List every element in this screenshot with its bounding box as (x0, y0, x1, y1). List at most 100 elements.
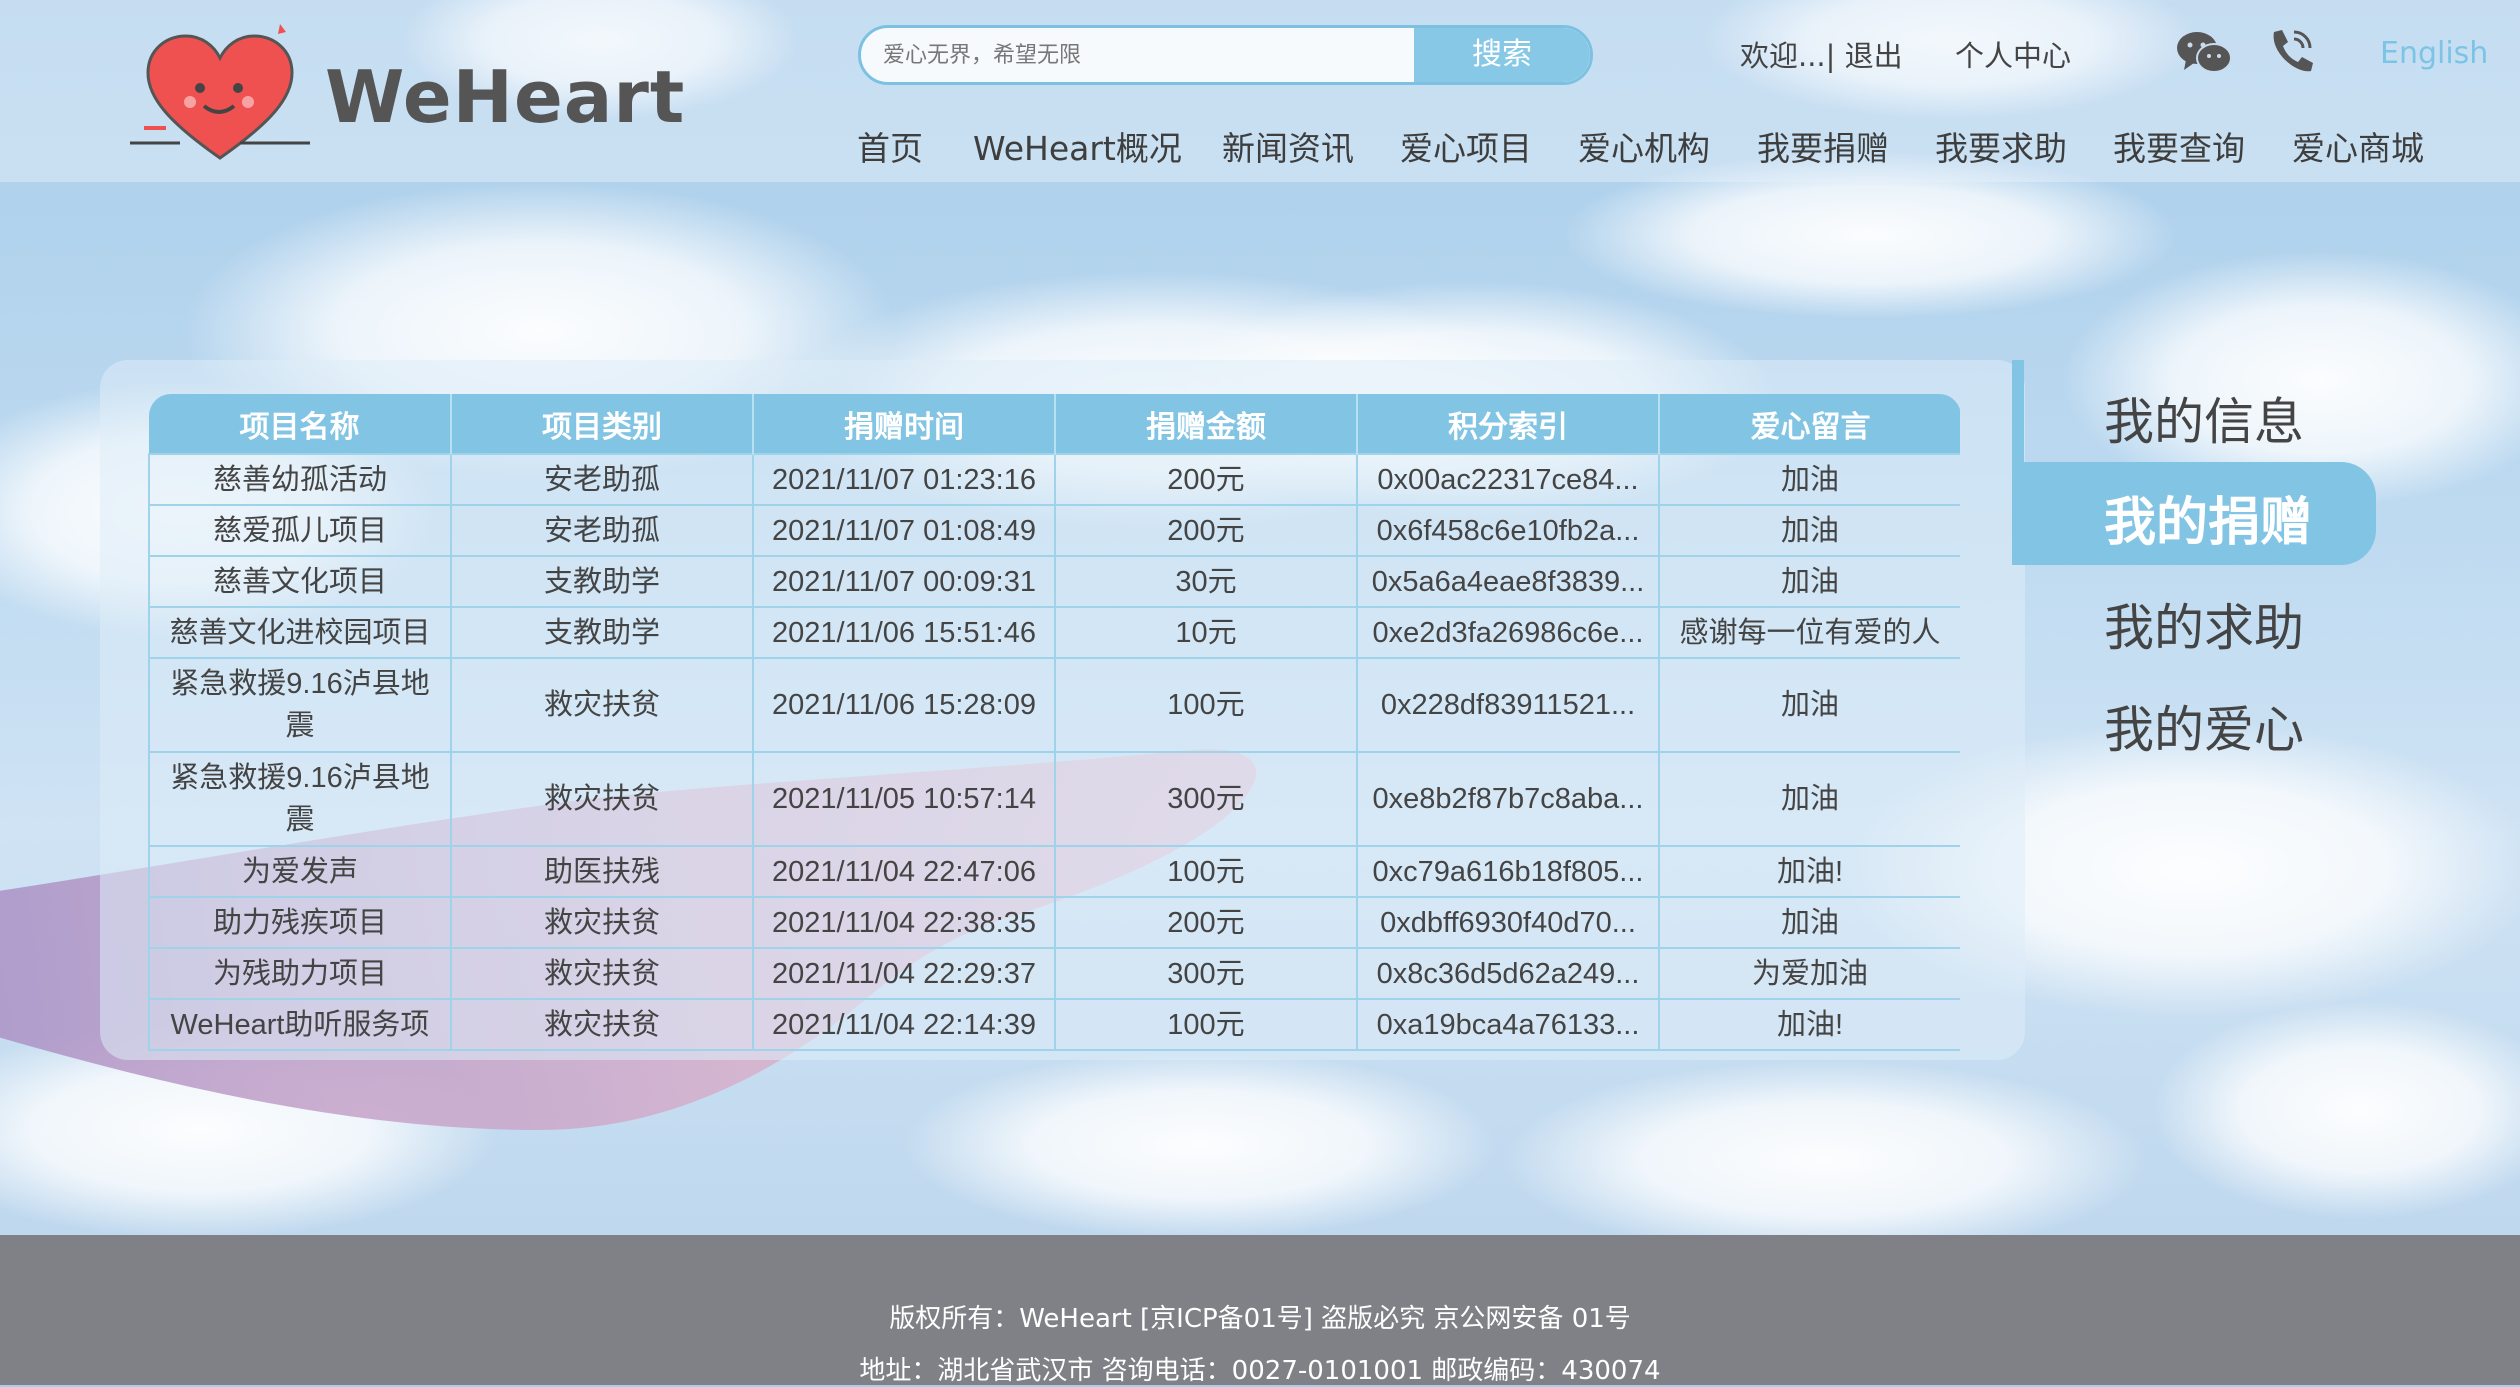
table-header-row: 项目名称 项目类别 捐赠时间 捐赠金额 积分索引 爱心留言 (149, 394, 1960, 454)
cell-category: 救灾扶贫 (450, 896, 754, 949)
cell-points-index: 0x00ac22317ce84... (1356, 453, 1660, 506)
cell-project-name: 紧急救援9.16泸县地震 (148, 751, 452, 847)
column-header-category: 项目类别 (451, 394, 754, 454)
cell-points-index: 0x5a6a4eae8f3839... (1356, 555, 1660, 608)
cell-project-name: 慈爱孤儿项目 (148, 504, 452, 557)
user-center-link[interactable]: 个人中心 (1955, 33, 2071, 75)
cell-donation-time: 2021/11/07 01:08:49 (752, 504, 1056, 557)
column-header-message: 爱心留言 (1659, 394, 1960, 454)
nav-home[interactable]: 首页 (857, 122, 923, 170)
cell-message: 加油 (1658, 657, 1960, 753)
wechat-icon[interactable] (2176, 28, 2232, 78)
footer-address: 地址：湖北省武汉市 咨询电话：0027-0101001 邮政编码：430074 (859, 1356, 1661, 1386)
cell-points-index: 0x6f458c6e10fb2a... (1356, 504, 1660, 557)
cell-amount: 10元 (1054, 606, 1358, 659)
search-button[interactable]: 搜索 (1414, 28, 1590, 82)
cell-donation-time: 2021/11/04 22:14:39 (752, 998, 1056, 1051)
nav-query[interactable]: 我要查询 (2113, 122, 2245, 170)
language-switch-english[interactable]: English (2380, 36, 2488, 71)
cell-category: 支教助学 (450, 555, 754, 608)
cell-donation-time: 2021/11/04 22:47:06 (752, 845, 1056, 898)
nav-overview[interactable]: WeHeart概况 (973, 122, 1182, 170)
side-menu-my-help-requests[interactable]: 我的求助 (2104, 588, 2304, 660)
cell-donation-time: 2021/11/07 00:09:31 (752, 555, 1056, 608)
cell-amount: 100元 (1054, 998, 1358, 1051)
cell-message: 为爱加油 (1658, 947, 1960, 1000)
nav-organizations[interactable]: 爱心机构 (1578, 122, 1710, 170)
nav-news[interactable]: 新闻资讯 (1222, 122, 1354, 170)
cell-amount: 200元 (1054, 453, 1358, 506)
cell-donation-time: 2021/11/07 01:23:16 (752, 453, 1056, 506)
cell-message: 加油! (1658, 998, 1960, 1051)
cell-points-index: 0x8c36d5d62a249... (1356, 947, 1660, 1000)
side-menu-my-info[interactable]: 我的信息 (2104, 382, 2304, 454)
nav-projects[interactable]: 爱心项目 (1400, 122, 1532, 170)
cell-category: 助医扶残 (450, 845, 754, 898)
column-header-project-name: 项目名称 (149, 394, 452, 454)
cell-project-name: 为爱发声 (148, 845, 452, 898)
table-row: 慈善文化项目 支教助学 2021/11/07 00:09:31 30元 0x5a… (148, 555, 1960, 608)
site-footer: 版权所有：WeHeart [京ICP备01号] 盗版必究 京公网安备 01号 地… (0, 1235, 2520, 1386)
phone-icon[interactable] (2266, 26, 2316, 76)
cell-project-name: 慈善幼孤活动 (148, 453, 452, 506)
cell-points-index: 0xc79a616b18f805... (1356, 845, 1660, 898)
column-header-points-index: 积分索引 (1357, 394, 1660, 454)
donation-table: 项目名称 项目类别 捐赠时间 捐赠金额 积分索引 爱心留言 慈善幼孤活动 安老助… (148, 394, 1960, 1051)
cell-amount: 30元 (1054, 555, 1358, 608)
cell-message: 加油 (1658, 504, 1960, 557)
table-row: 助力残疾项目 救灾扶贫 2021/11/04 22:38:35 200元 0xd… (148, 896, 1960, 949)
cell-project-name: 慈善文化进校园项目 (148, 606, 452, 659)
cell-message: 加油! (1658, 845, 1960, 898)
welcome-logout-link[interactable]: 欢迎...| 退出 (1740, 33, 1903, 75)
cell-points-index: 0xe2d3fa26986c6e... (1356, 606, 1660, 659)
table-row: 紧急救援9.16泸县地震 救灾扶贫 2021/11/06 15:28:09 10… (148, 657, 1960, 753)
cell-amount: 200元 (1054, 504, 1358, 557)
cell-project-name: 助力残疾项目 (148, 896, 452, 949)
cell-donation-time: 2021/11/06 15:28:09 (752, 657, 1056, 753)
cell-message: 加油 (1658, 453, 1960, 506)
nav-seek-help[interactable]: 我要求助 (1935, 122, 2067, 170)
footer-copyright: 版权所有：WeHeart [京ICP备01号] 盗版必究 京公网安备 01号 (889, 1304, 1631, 1334)
side-menu-my-love[interactable]: 我的爱心 (2104, 690, 2304, 762)
cell-points-index: 0x228df83911521... (1356, 657, 1660, 753)
cell-category: 救灾扶贫 (450, 751, 754, 847)
search-input[interactable] (861, 28, 1417, 82)
cell-donation-time: 2021/11/04 22:38:35 (752, 896, 1056, 949)
cell-project-name: WeHeart助听服务项 (148, 998, 452, 1051)
cell-project-name: 紧急救援9.16泸县地震 (148, 657, 452, 753)
donation-table-scroll[interactable]: 项目名称 项目类别 捐赠时间 捐赠金额 积分索引 爱心留言 慈善幼孤活动 安老助… (148, 394, 1960, 1059)
table-row: 慈爱孤儿项目 安老助孤 2021/11/07 01:08:49 200元 0x6… (148, 504, 1960, 557)
main-nav: 首页 WeHeart概况 新闻资讯 爱心项目 爱心机构 我要捐赠 我要求助 我要… (0, 122, 2520, 172)
side-menu-my-donations[interactable]: 我的捐赠 (2104, 480, 2312, 555)
cell-amount: 100元 (1054, 845, 1358, 898)
cell-message: 加油 (1658, 555, 1960, 608)
cell-project-name: 为残助力项目 (148, 947, 452, 1000)
cell-points-index: 0xe8b2f87b7c8aba... (1356, 751, 1660, 847)
cell-amount: 100元 (1054, 657, 1358, 753)
cell-category: 安老助孤 (450, 453, 754, 506)
cell-category: 救灾扶贫 (450, 657, 754, 753)
cell-message: 加油 (1658, 896, 1960, 949)
table-row: 紧急救援9.16泸县地震 救灾扶贫 2021/11/05 10:57:14 30… (148, 751, 1960, 847)
cell-donation-time: 2021/11/05 10:57:14 (752, 751, 1056, 847)
cell-points-index: 0xdbff6930f40d70... (1356, 896, 1660, 949)
cell-points-index: 0xa19bca4a76133... (1356, 998, 1660, 1051)
table-row: 为残助力项目 救灾扶贫 2021/11/04 22:29:37 300元 0x8… (148, 947, 1960, 1000)
cell-category: 救灾扶贫 (450, 998, 754, 1051)
cell-amount: 300元 (1054, 947, 1358, 1000)
cell-category: 救灾扶贫 (450, 947, 754, 1000)
cell-donation-time: 2021/11/06 15:51:46 (752, 606, 1056, 659)
table-row: 慈善幼孤活动 安老助孤 2021/11/07 01:23:16 200元 0x0… (148, 453, 1960, 506)
cell-amount: 300元 (1054, 751, 1358, 847)
nav-mall[interactable]: 爱心商城 (2292, 122, 2424, 170)
table-row: WeHeart助听服务项 救灾扶贫 2021/11/04 22:14:39 10… (148, 998, 1960, 1051)
cell-project-name: 慈善文化项目 (148, 555, 452, 608)
cell-donation-time: 2021/11/04 22:29:37 (752, 947, 1056, 1000)
search-bar: 搜索 (858, 25, 1593, 85)
cell-message: 加油 (1658, 751, 1960, 847)
cell-category: 支教助学 (450, 606, 754, 659)
nav-donate[interactable]: 我要捐赠 (1757, 122, 1889, 170)
cell-message: 感谢每一位有爱的人 (1658, 606, 1960, 659)
column-header-donation-time: 捐赠时间 (753, 394, 1056, 454)
table-row: 慈善文化进校园项目 支教助学 2021/11/06 15:51:46 10元 0… (148, 606, 1960, 659)
